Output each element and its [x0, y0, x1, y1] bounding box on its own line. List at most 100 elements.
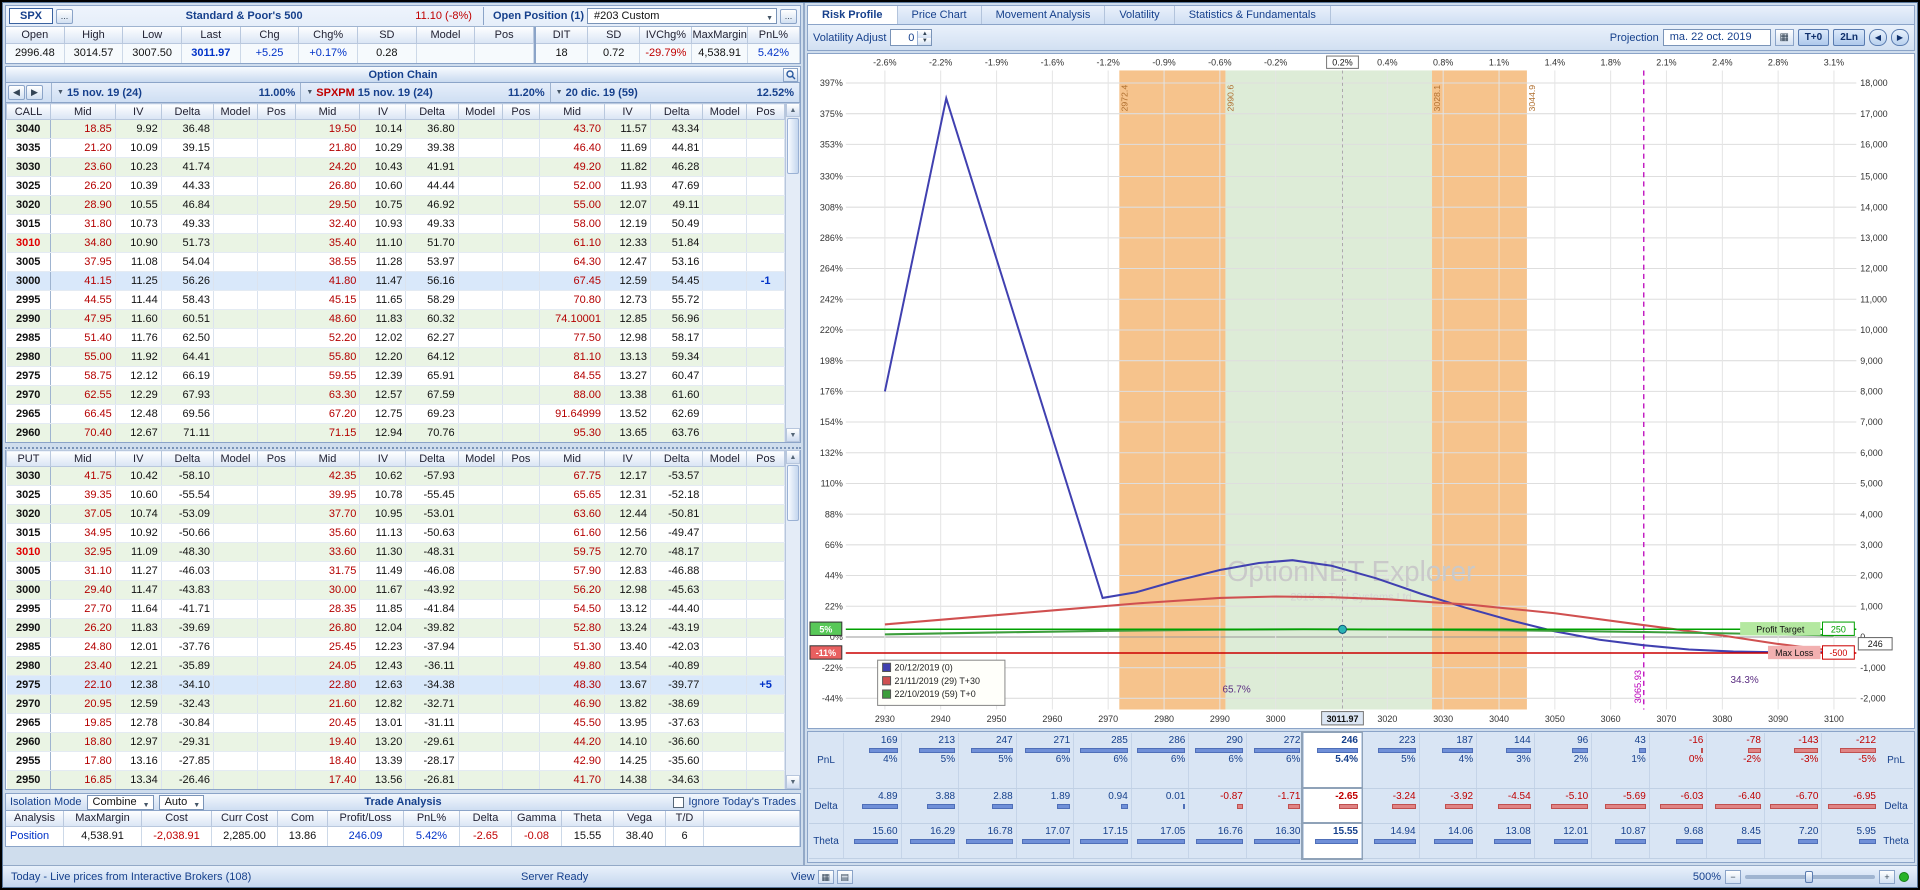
chain-cell[interactable]: 19.50: [295, 120, 360, 139]
option-row-put-3015[interactable]: 301534.9510.92-50.6635.6011.13-50.6361.6…: [7, 524, 785, 543]
chain-cell[interactable]: 52.20: [295, 329, 360, 348]
chain-cell[interactable]: [502, 158, 540, 177]
chain-cell[interactable]: [257, 581, 295, 600]
option-row-call-3015[interactable]: 301531.8010.7349.3332.4010.9349.3358.001…: [7, 215, 785, 234]
chain-cell[interactable]: 18.85: [50, 120, 115, 139]
chain-cell[interactable]: 48.30: [540, 676, 605, 695]
chain-cell[interactable]: [257, 348, 295, 367]
chain-cell[interactable]: [257, 543, 295, 562]
chain-cell[interactable]: 45.50: [540, 714, 605, 733]
option-row-call-3040[interactable]: 304018.859.9236.4819.5010.1436.8043.7011…: [7, 120, 785, 139]
chain-column-header[interactable]: Pos: [257, 104, 295, 120]
option-row-put-2995[interactable]: 299527.7011.64-41.7128.3511.85-41.8454.5…: [7, 600, 785, 619]
chain-cell[interactable]: [502, 139, 540, 158]
chain-cell[interactable]: 88.00: [540, 386, 605, 405]
chain-cell[interactable]: 31.75: [295, 562, 360, 581]
option-row-put-2955[interactable]: 295517.8013.16-27.8518.4013.39-28.1742.9…: [7, 752, 785, 771]
chain-cell[interactable]: 33.60: [295, 543, 360, 562]
chain-cell[interactable]: 45.15: [295, 291, 360, 310]
chain-cell[interactable]: 3000: [7, 272, 51, 291]
chain-cell[interactable]: 28.35: [295, 600, 360, 619]
chain-cell[interactable]: 47.95: [50, 310, 115, 329]
calendar-icon[interactable]: ▦: [1775, 29, 1794, 46]
chain-cell[interactable]: [502, 619, 540, 638]
tab-price-chart[interactable]: Price Chart: [898, 6, 982, 24]
chain-cell[interactable]: [502, 486, 540, 505]
chain-column-header[interactable]: Mid: [295, 451, 360, 467]
ignore-trades-checkbox[interactable]: [673, 797, 684, 808]
chain-cell[interactable]: 2985: [7, 638, 51, 657]
chain-cell[interactable]: 95.30: [540, 424, 605, 443]
chain-column-header[interactable]: Mid: [50, 104, 115, 120]
chain-cell[interactable]: [747, 234, 785, 253]
chain-cell[interactable]: [257, 695, 295, 714]
option-row-put-2975[interactable]: 297522.1012.38-34.1022.8012.63-34.3848.3…: [7, 676, 785, 695]
option-row-call-2975[interactable]: 297558.7512.1266.1959.5512.3965.9184.551…: [7, 367, 785, 386]
chain-column-header[interactable]: Mid: [295, 104, 360, 120]
tab-movement-analysis[interactable]: Movement Analysis: [982, 6, 1106, 24]
chain-cell[interactable]: [747, 367, 785, 386]
option-row-call-3030[interactable]: 303023.6010.2341.7424.2010.4341.9149.201…: [7, 158, 785, 177]
chain-column-header[interactable]: IV: [605, 451, 651, 467]
chain-column-header[interactable]: Delta: [406, 104, 458, 120]
chain-column-header[interactable]: Pos: [257, 451, 295, 467]
chain-cell[interactable]: [747, 177, 785, 196]
t0-toggle-button[interactable]: T+0: [1798, 29, 1830, 46]
chain-cell[interactable]: [502, 310, 540, 329]
chain-cell[interactable]: 16.85: [50, 771, 115, 790]
chain-cell[interactable]: [502, 638, 540, 657]
chain-cell[interactable]: 41.15: [50, 272, 115, 291]
chain-cell[interactable]: [257, 253, 295, 272]
chain-cell[interactable]: 61.10: [540, 234, 605, 253]
scroll-down-icon[interactable]: ▼: [786, 428, 800, 442]
chain-cell[interactable]: [502, 600, 540, 619]
chain-cell[interactable]: [502, 505, 540, 524]
call-column-header[interactable]: CALL: [7, 104, 51, 120]
chain-column-header[interactable]: Delta: [161, 104, 213, 120]
chain-column-header[interactable]: IV: [115, 104, 161, 120]
chain-cell[interactable]: 41.80: [295, 272, 360, 291]
option-row-call-2970[interactable]: 297062.5512.2967.9363.3012.5767.5988.001…: [7, 386, 785, 405]
chain-cell[interactable]: 30.00: [295, 581, 360, 600]
tab-risk-profile[interactable]: Risk Profile: [808, 6, 898, 24]
option-row-call-2995[interactable]: 299544.5511.4458.4345.1511.6558.2970.801…: [7, 291, 785, 310]
option-row-put-3025[interactable]: 302539.3510.60-55.5439.9510.78-55.4565.6…: [7, 486, 785, 505]
isolation-mode-select[interactable]: Combine: [87, 795, 154, 810]
chain-cell[interactable]: 35.40: [295, 234, 360, 253]
chain-cell[interactable]: [747, 253, 785, 272]
chain-cell[interactable]: 55.00: [540, 196, 605, 215]
chain-cell[interactable]: -1: [747, 272, 785, 291]
option-row-put-3005[interactable]: 300531.1011.27-46.0331.7511.49-46.0857.9…: [7, 562, 785, 581]
chain-cell[interactable]: 26.80: [295, 177, 360, 196]
chain-column-header[interactable]: IV: [115, 451, 161, 467]
chain-cell[interactable]: [747, 310, 785, 329]
scroll-up-icon[interactable]: ▲: [786, 103, 800, 117]
chain-cell[interactable]: 27.70: [50, 600, 115, 619]
option-row-call-2990[interactable]: 299047.9511.6060.5148.6011.8360.3274.100…: [7, 310, 785, 329]
chain-cell[interactable]: [747, 348, 785, 367]
chain-cell[interactable]: [502, 215, 540, 234]
chain-cell[interactable]: [257, 120, 295, 139]
chain-cell[interactable]: 29.40: [50, 581, 115, 600]
chain-column-header[interactable]: Pos: [747, 451, 785, 467]
chain-cell[interactable]: 24.20: [295, 158, 360, 177]
chain-cell[interactable]: [257, 177, 295, 196]
chain-cell[interactable]: [257, 524, 295, 543]
chain-column-header[interactable]: Delta: [651, 104, 703, 120]
chain-cell[interactable]: 67.45: [540, 272, 605, 291]
chain-cell[interactable]: 41.70: [540, 771, 605, 790]
chain-cell[interactable]: 32.95: [50, 543, 115, 562]
chain-cell[interactable]: 67.75: [540, 467, 605, 486]
chain-cell[interactable]: [747, 215, 785, 234]
chain-cell[interactable]: 3020: [7, 505, 51, 524]
zoom-in-icon[interactable]: +: [1879, 870, 1895, 884]
chain-cell[interactable]: [502, 657, 540, 676]
chain-column-header[interactable]: Model: [458, 104, 502, 120]
next-expiration-button[interactable]: ▶: [26, 85, 43, 100]
chain-cell[interactable]: [747, 291, 785, 310]
chain-cell[interactable]: [747, 486, 785, 505]
chain-cell[interactable]: 37.70: [295, 505, 360, 524]
chain-cell[interactable]: 81.10: [540, 348, 605, 367]
chain-cell[interactable]: 17.80: [50, 752, 115, 771]
option-row-put-2985[interactable]: 298524.8012.01-37.7625.4512.23-37.9451.3…: [7, 638, 785, 657]
